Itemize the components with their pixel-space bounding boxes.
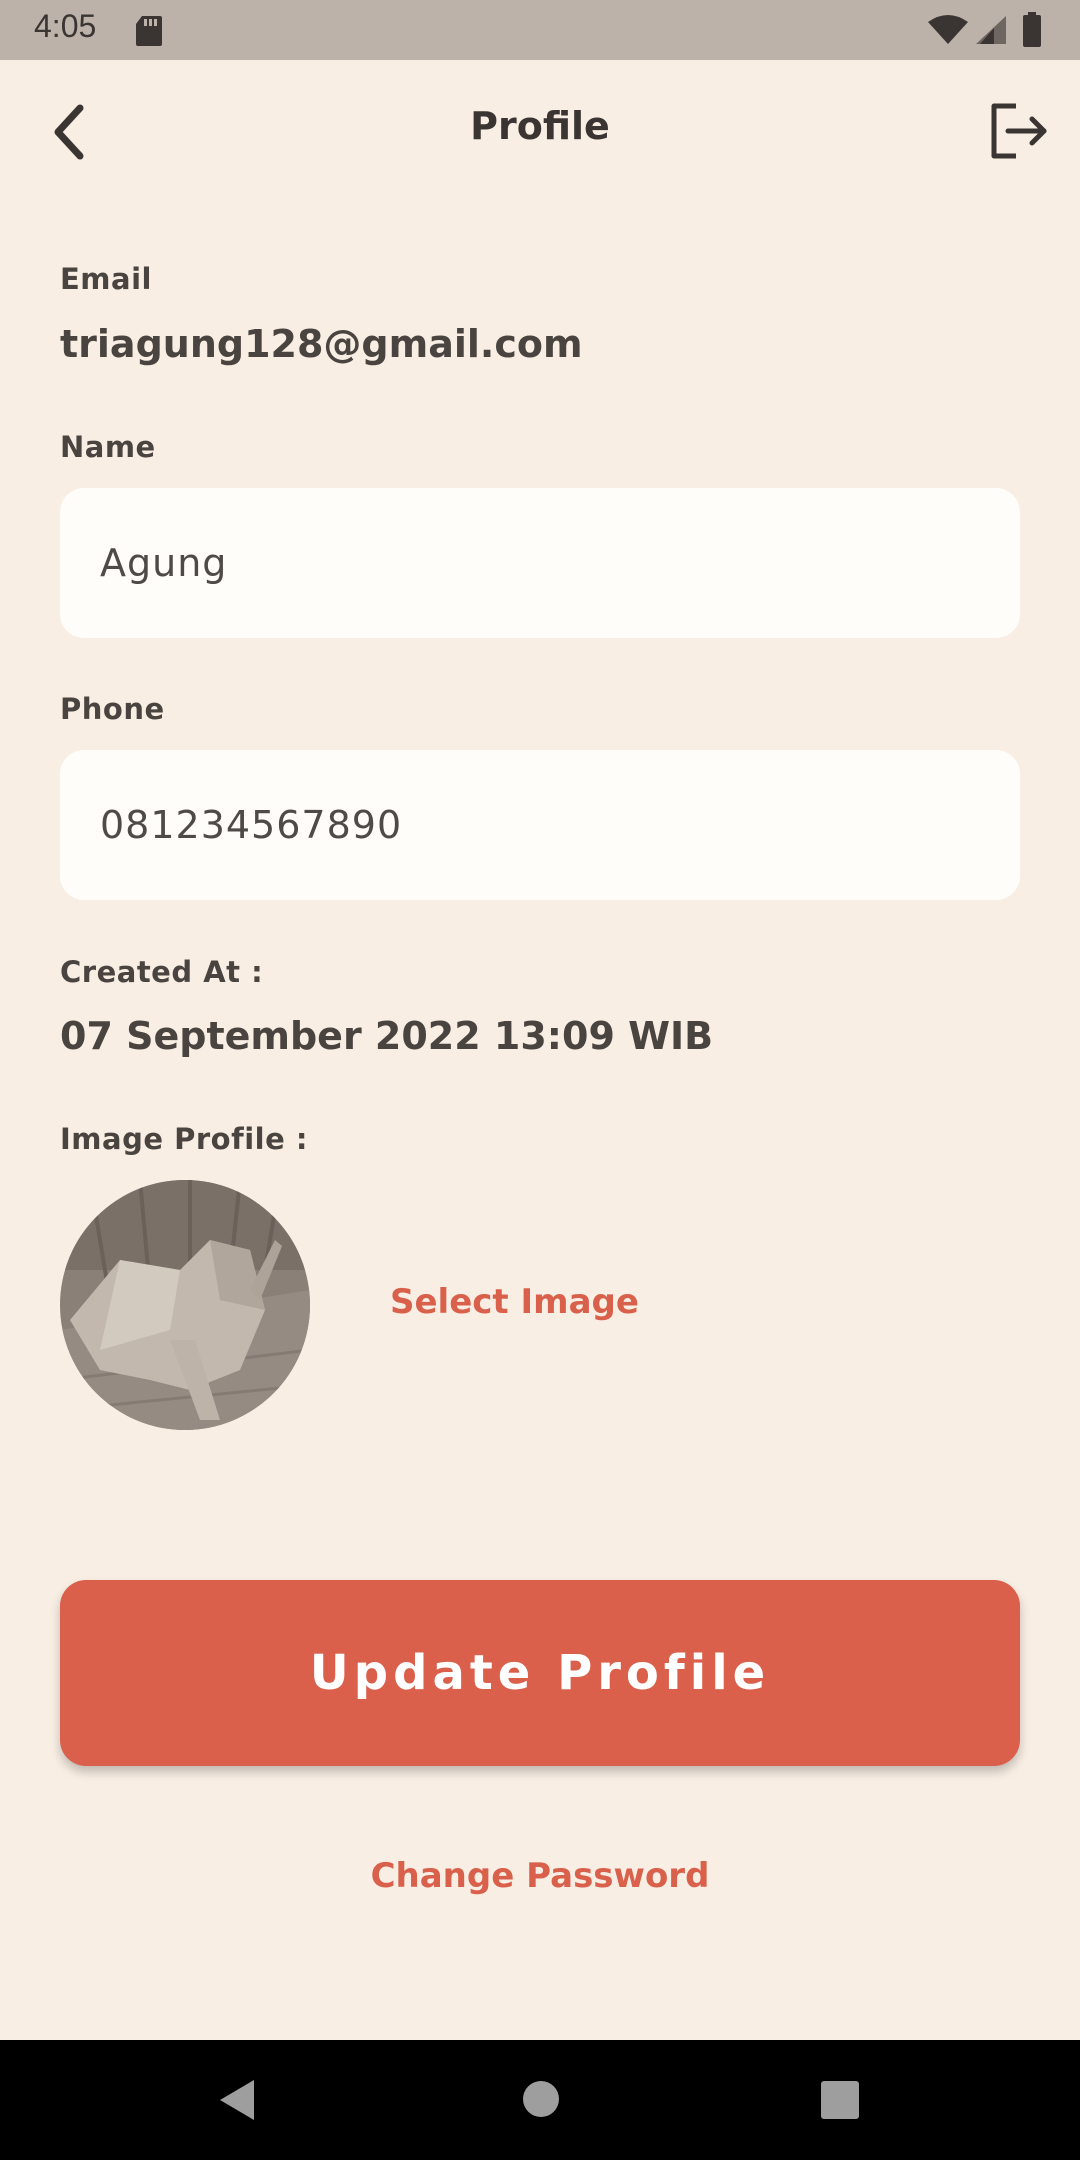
created-at-value: 07 September 2022 13:09 WIB [60,1014,714,1058]
status-time: 4:05 [34,8,97,44]
email-value: triagung128@gmail.com [60,322,583,366]
nav-home-icon[interactable] [522,2080,560,2118]
phone-label: Phone [60,692,165,726]
name-input[interactable] [100,488,980,638]
page-title: Profile [470,104,610,148]
email-label: Email [60,262,152,296]
logout-icon[interactable] [988,100,1050,162]
nav-back-icon[interactable] [218,2078,258,2122]
status-bar: 4:05 [0,0,1080,60]
navigation-bar [0,2040,1080,2160]
update-profile-button[interactable]: Update Profile [60,1580,1020,1766]
name-field-container [60,488,1020,638]
created-at-label: Created At : [60,955,264,989]
signal-icon [976,16,1006,44]
sd-card-icon [136,16,162,46]
avatar [60,1180,310,1430]
phone-input[interactable] [100,750,980,900]
wifi-icon [928,15,968,44]
change-password-link[interactable]: Change Password [0,1856,1080,1896]
name-label: Name [60,430,156,464]
battery-icon [1023,12,1041,47]
select-image-button[interactable]: Select Image [390,1282,639,1322]
nav-recents-icon[interactable] [820,2080,860,2120]
image-profile-label: Image Profile : [60,1122,308,1156]
phone-field-container [60,750,1020,900]
